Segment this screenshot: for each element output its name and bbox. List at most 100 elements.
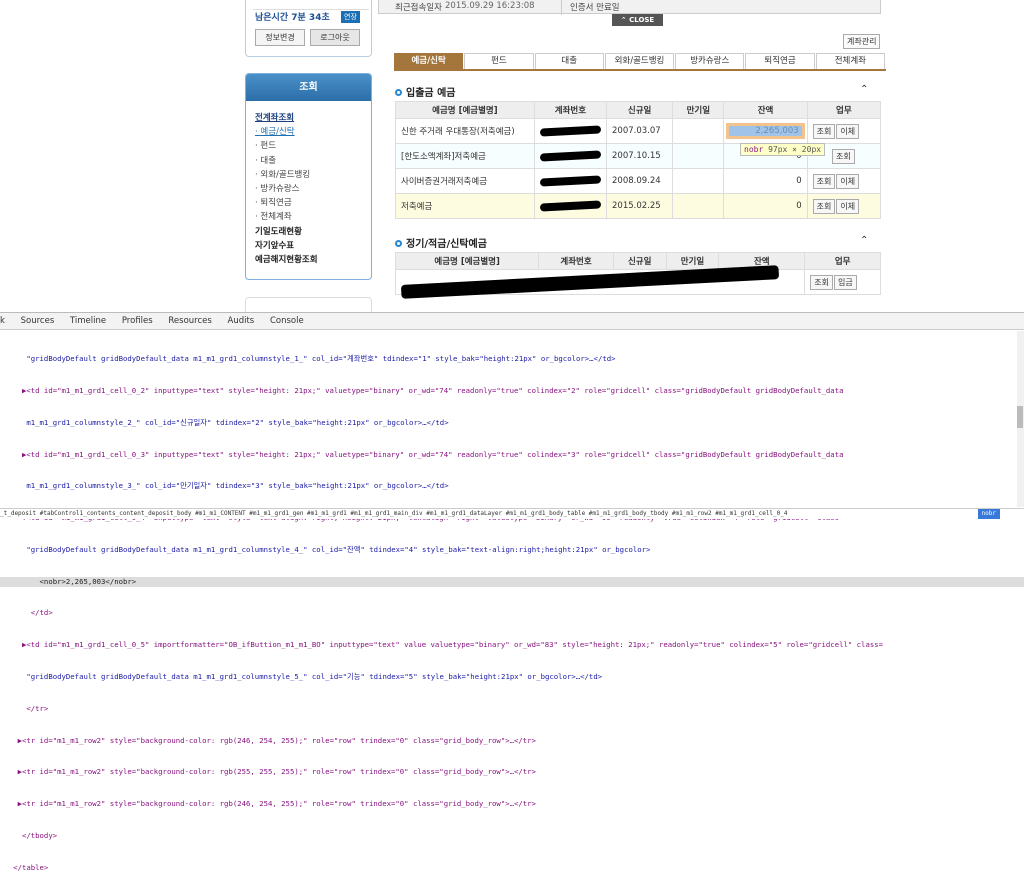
collapse-icon[interactable]: ⌃ [860, 84, 868, 95]
element-breadcrumb[interactable]: _t_deposit #tabControl1_contents_content… [0, 508, 1024, 519]
dom-line[interactable]: m1_m1_grd1_columnstyle_3_" col_id="만기일자"… [0, 481, 1024, 492]
balance: 2,265,003 [726, 123, 805, 139]
menu-forex[interactable]: 외화/골드뱅킹 [260, 170, 310, 180]
inquiry-button[interactable]: 조회 [810, 274, 834, 290]
tab-all[interactable]: 전체계좌 [815, 53, 885, 69]
dom-line[interactable]: ▶<tr id="m1_m1_row2" style="background-c… [0, 736, 1024, 747]
login-info-box: 최근접속일자 2015.09.29 16:23:08 인증서 만료일 [378, 0, 881, 15]
dom-line[interactable]: </tr> [0, 704, 1024, 715]
col-header: 계좌번호 [538, 252, 614, 270]
col-header: 만기일 [665, 252, 720, 270]
dom-line[interactable]: ▶<tr id="m1_m1_row2" style="background-c… [0, 799, 1024, 810]
scrollbar[interactable] [1017, 331, 1024, 507]
account-number-redacted [533, 168, 608, 194]
col-header: 만기일 [672, 101, 725, 119]
inquiry-button[interactable]: 조회 [812, 123, 836, 139]
account-management-button[interactable]: 계좌관리 [843, 34, 881, 49]
logout-button[interactable]: 로그아웃 [310, 29, 360, 46]
deposit-button[interactable]: 입금 [834, 274, 857, 290]
tab-resources[interactable]: Resources [168, 316, 211, 326]
tab-profiles[interactable]: Profiles [122, 316, 153, 326]
dom-line[interactable]: "gridBodyDefault gridBodyDefault_data m1… [0, 545, 1024, 556]
section-title-savings: 정기/적금/신탁예금 [395, 235, 487, 250]
account-tabs: 예금/신탁 펀드 대출 외화/골드뱅킹 방카슈랑스 퇴직연금 전체계좌 [394, 53, 886, 71]
table-row: 저축예금 2015.02.25 0 조회 이체 [395, 193, 882, 219]
balance: 0 [723, 168, 808, 194]
maturity-date [672, 193, 725, 219]
menu-pension[interactable]: 퇴직연금 [260, 198, 291, 208]
devtools-panel: k Sources Timeline Profiles Resources Au… [0, 312, 1024, 872]
menu-deposit[interactable]: 예금/신탁 [260, 127, 294, 137]
dom-line[interactable]: ▶<td id="m1_m1_grd1_cell_0_3" inputtype=… [0, 450, 1024, 461]
tab-bancassurance[interactable]: 방카슈랑스 [675, 53, 745, 69]
transfer-button[interactable]: 이체 [836, 123, 860, 139]
account-number-redacted [533, 143, 608, 169]
table-row: 조회 입금 [394, 265, 881, 299]
close-button[interactable]: ⌃ CLOSE [612, 14, 663, 26]
account-name: 신한 주거래 우대통장(저축예금) [395, 118, 535, 144]
menu-check[interactable]: 자기앞수표 [255, 239, 371, 253]
col-header: 예금명 [예금별명] [395, 101, 535, 119]
dom-line[interactable]: </tbody> [0, 831, 1024, 842]
tab-network[interactable]: k [0, 316, 5, 326]
savings-table: 예금명 [예금별명] 계좌번호 신규일 만기일 잔액 업무 조회 입금 [394, 252, 881, 299]
inquiry-panel: 조회 전계좌조회 · 예금/신탁 · 펀드 · 대출 · 외화/골드뱅킹 · 방… [245, 73, 372, 280]
menu-maturity[interactable]: 기일도래현황 [255, 225, 371, 239]
menu-all-accounts[interactable]: 전계좌조회 [255, 111, 371, 125]
transfer-button[interactable]: 이체 [836, 173, 860, 189]
dom-line[interactable]: </table> [0, 863, 1024, 874]
account-number-redacted [533, 193, 608, 219]
tab-audits[interactable]: Audits [228, 316, 255, 326]
last-login-label: 최근접속일자 [395, 3, 442, 13]
menu-loan[interactable]: 대출 [260, 156, 276, 166]
open-date: 2007.03.07 [606, 118, 674, 144]
balance: 0 [723, 193, 808, 219]
menu-closed[interactable]: 예금해지현황조회 [255, 253, 371, 267]
tab-pension[interactable]: 퇴직연금 [745, 53, 815, 69]
menu-bancassurance[interactable]: 방카슈랑스 [260, 184, 299, 194]
breadcrumb-selected[interactable]: nobr [977, 509, 1000, 519]
open-date: 2015.02.25 [606, 193, 674, 219]
dom-line[interactable]: ▶<td id="m1_m1_grd1_cell_0_5" importform… [0, 640, 1024, 651]
maturity-date [672, 143, 725, 169]
dom-line[interactable]: "gridBodyDefault gridBodyDefault_data m1… [0, 354, 1024, 365]
dom-line[interactable]: ▶<tr id="m1_m1_row2" style="background-c… [0, 767, 1024, 778]
maturity-date [672, 118, 725, 144]
transfer-button[interactable]: 이체 [836, 198, 860, 214]
dom-line[interactable]: m1_m1_grd1_columnstyle_2_" col_id="신규일자"… [0, 418, 1024, 429]
col-header: 업무 [806, 101, 882, 119]
tab-loan[interactable]: 대출 [534, 53, 604, 69]
demand-deposit-table: 예금명 [예금별명] 계좌번호 신규일 만기일 잔액 업무 신한 주거래 우대통… [395, 101, 882, 219]
inquiry-button[interactable]: 조회 [812, 198, 836, 214]
col-header: 신규일 [612, 252, 667, 270]
inquiry-button[interactable]: 조회 [831, 148, 855, 164]
devtools-tabs: k Sources Timeline Profiles Resources Au… [0, 313, 1024, 330]
dom-line[interactable]: </td> [0, 608, 1024, 619]
dom-line-selected[interactable]: <nobr>2,265,003</nobr> [0, 576, 1024, 588]
account-name: 저축예금 [395, 193, 535, 219]
edit-info-button[interactable]: 정보변경 [255, 29, 305, 46]
tab-sources[interactable]: Sources [21, 316, 55, 326]
menu-all[interactable]: 전체계좌 [260, 212, 291, 222]
element-size-tooltip: nobr 97px × 20px [740, 143, 826, 156]
col-header: 계좌번호 [533, 101, 608, 119]
inquiry-button[interactable]: 조회 [812, 173, 836, 189]
open-date: 2008.09.24 [606, 168, 674, 194]
tab-fund[interactable]: 펀드 [464, 53, 534, 69]
dom-tree[interactable]: "gridBodyDefault gridBodyDefault_data m1… [0, 330, 1024, 894]
panel-title: 조회 [246, 74, 371, 101]
col-header: 업무 [804, 252, 881, 270]
col-header: 신규일 [606, 101, 674, 119]
dom-line[interactable]: ▶<td id="m1_m1_grd1_cell_0_2" inputtype=… [0, 386, 1024, 397]
dom-line[interactable]: "gridBodyDefault gridBodyDefault_data m1… [0, 672, 1024, 683]
collapse-icon[interactable]: ⌃ [860, 235, 868, 246]
tab-forex[interactable]: 외화/골드뱅킹 [604, 53, 675, 69]
tab-deposit[interactable]: 예금/신탁 [394, 53, 464, 69]
account-name: [한도소액계좌]저축예금 [395, 143, 535, 169]
tab-console[interactable]: Console [270, 316, 304, 326]
tab-timeline[interactable]: Timeline [70, 316, 106, 326]
extend-button[interactable]: 연장 [341, 11, 360, 23]
table-row: 신한 주거래 우대통장(저축예금) 2007.03.07 2,265,003 조… [395, 118, 882, 144]
chevron-up-icon: ⌃ [620, 16, 630, 24]
menu-fund[interactable]: 펀드 [260, 141, 276, 151]
